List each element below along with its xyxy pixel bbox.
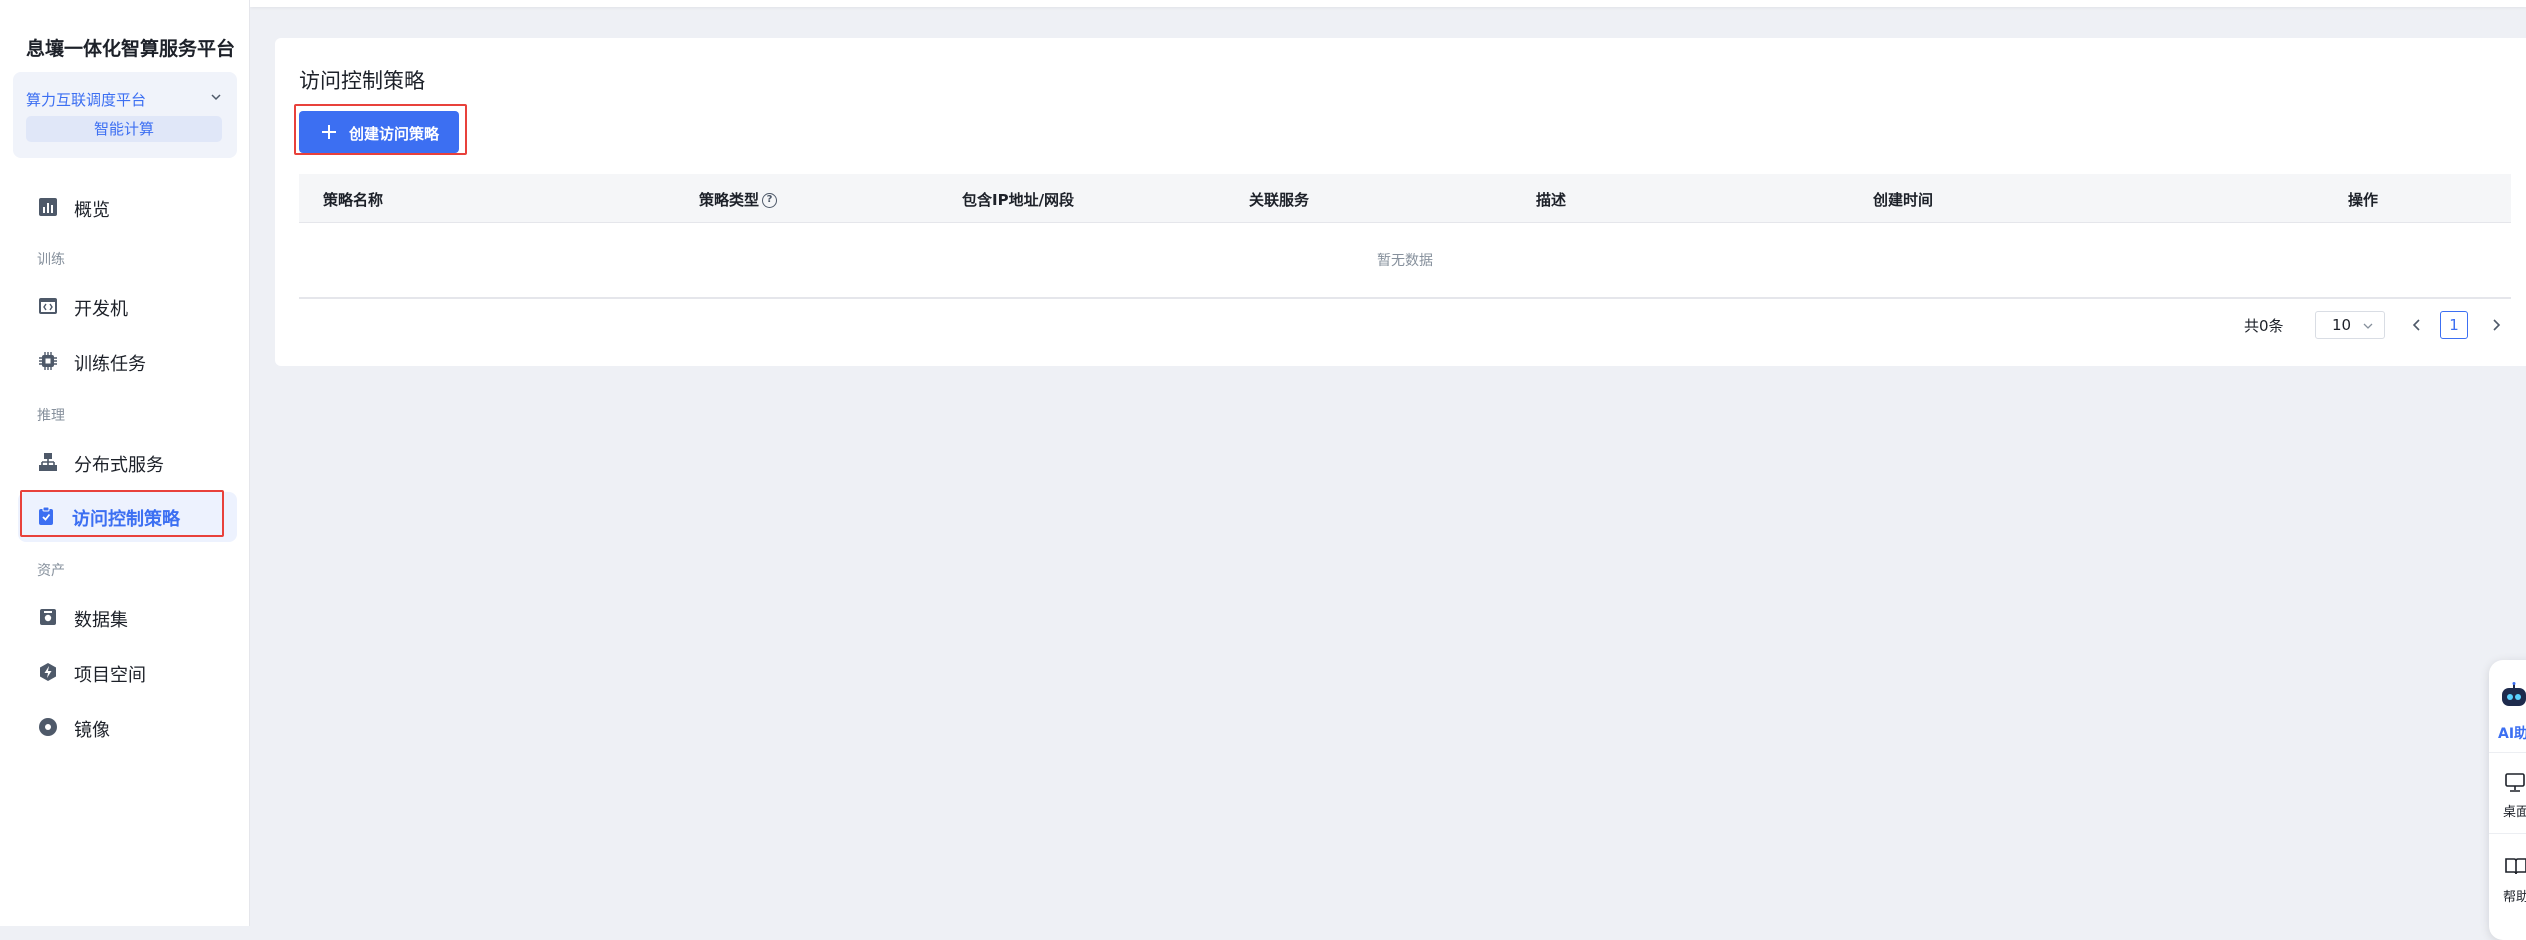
sidebar-item-project-space[interactable]: 项目空间 [20, 648, 236, 696]
sidebar-item-label: 开发机 [74, 299, 128, 320]
floating-assistant-panel: AI助 桌面 帮助 [2489, 660, 2526, 940]
code-window-icon [39, 298, 57, 314]
column-header-policy-type: 策略类型? [699, 189, 778, 210]
lightning-icon [40, 663, 56, 681]
column-header-policy-name: 策略名称 [323, 191, 384, 209]
column-header-service: 关联服务 [1249, 191, 1310, 209]
table-empty-state: 暂无数据 [299, 223, 2511, 299]
top-bar [250, 0, 2526, 7]
divider [2489, 833, 2526, 834]
pagination-total: 共0条 [2244, 317, 2284, 335]
ai-assistant-label[interactable]: AI助 [2498, 723, 2526, 743]
chip-icon [39, 352, 57, 370]
page-size-value: 10 [2332, 316, 2352, 334]
hierarchy-icon [39, 453, 57, 471]
help-label[interactable]: 帮助 [2503, 886, 2526, 905]
page-number-current[interactable]: 1 [2440, 311, 2468, 339]
platform-switcher[interactable]: 算力互联调度平台 智能计算 [13, 72, 237, 158]
sidebar-item-training-tasks[interactable]: 训练任务 [20, 337, 236, 385]
sidebar-item-distributed-service[interactable]: 分布式服务 [20, 438, 236, 486]
chevron-down-icon[interactable] [209, 90, 223, 104]
sidebar: 息壤一体化智算服务平台 算力互联调度平台 智能计算 概览 训练 开发机 训练任务… [0, 0, 250, 926]
group-label-assets: 资产 [37, 563, 65, 579]
column-header-label: 策略类型 [699, 191, 760, 209]
question-circle-icon[interactable]: ? [762, 193, 778, 208]
robot-icon[interactable] [2499, 682, 2526, 710]
chevron-down-icon [2363, 323, 2373, 329]
sidebar-item-label: 数据集 [74, 610, 128, 631]
platform-title: 息壤一体化智算服务平台 [26, 38, 236, 60]
disc-icon [39, 718, 57, 736]
sidebar-item-label: 分布式服务 [74, 455, 164, 476]
page-title: 访问控制策略 [299, 69, 425, 93]
sidebar-item-dev-machine[interactable]: 开发机 [20, 282, 236, 330]
desktop-label[interactable]: 桌面 [2503, 801, 2526, 820]
column-header-created-at: 创建时间 [1873, 191, 1934, 209]
page-size-select[interactable]: 10 [2315, 311, 2385, 339]
database-icon [40, 609, 56, 625]
group-label-inference: 推理 [37, 408, 65, 424]
group-label-training: 训练 [37, 252, 65, 268]
sidebar-item-datasets[interactable]: 数据集 [20, 593, 236, 641]
divider [2489, 752, 2526, 753]
sidebar-item-label: 镜像 [74, 720, 110, 741]
chevron-left-icon[interactable] [2408, 316, 2426, 334]
table-header: 策略名称 策略类型? 包含IP地址/网段 关联服务 描述 创建时间 操作 [299, 174, 2511, 223]
main-card: 访问控制策略 创建访问策略 策略名称 策略类型? 包含IP地址/网段 关联服务 … [275, 38, 2526, 366]
column-header-description: 描述 [1536, 191, 1567, 209]
sidebar-item-images[interactable]: 镜像 [20, 703, 236, 751]
column-header-actions: 操作 [2348, 191, 2379, 209]
highlight-box-create [294, 104, 467, 155]
platform-switcher-name[interactable]: 算力互联调度平台 [26, 89, 146, 110]
sidebar-item-label: 概览 [74, 200, 110, 221]
bar-chart-icon [39, 198, 57, 216]
sidebar-item-label: 项目空间 [74, 665, 146, 686]
highlight-box-sidebar [20, 490, 224, 537]
sidebar-item-overview[interactable]: 概览 [20, 183, 236, 231]
monitor-icon[interactable] [2505, 773, 2526, 793]
sidebar-item-label: 训练任务 [74, 354, 146, 375]
platform-switcher-sub[interactable]: 智能计算 [26, 116, 222, 142]
chevron-right-icon[interactable] [2487, 316, 2505, 334]
column-header-ip: 包含IP地址/网段 [962, 191, 1075, 209]
book-icon[interactable] [2505, 856, 2526, 876]
empty-text: 暂无数据 [1377, 253, 1433, 269]
